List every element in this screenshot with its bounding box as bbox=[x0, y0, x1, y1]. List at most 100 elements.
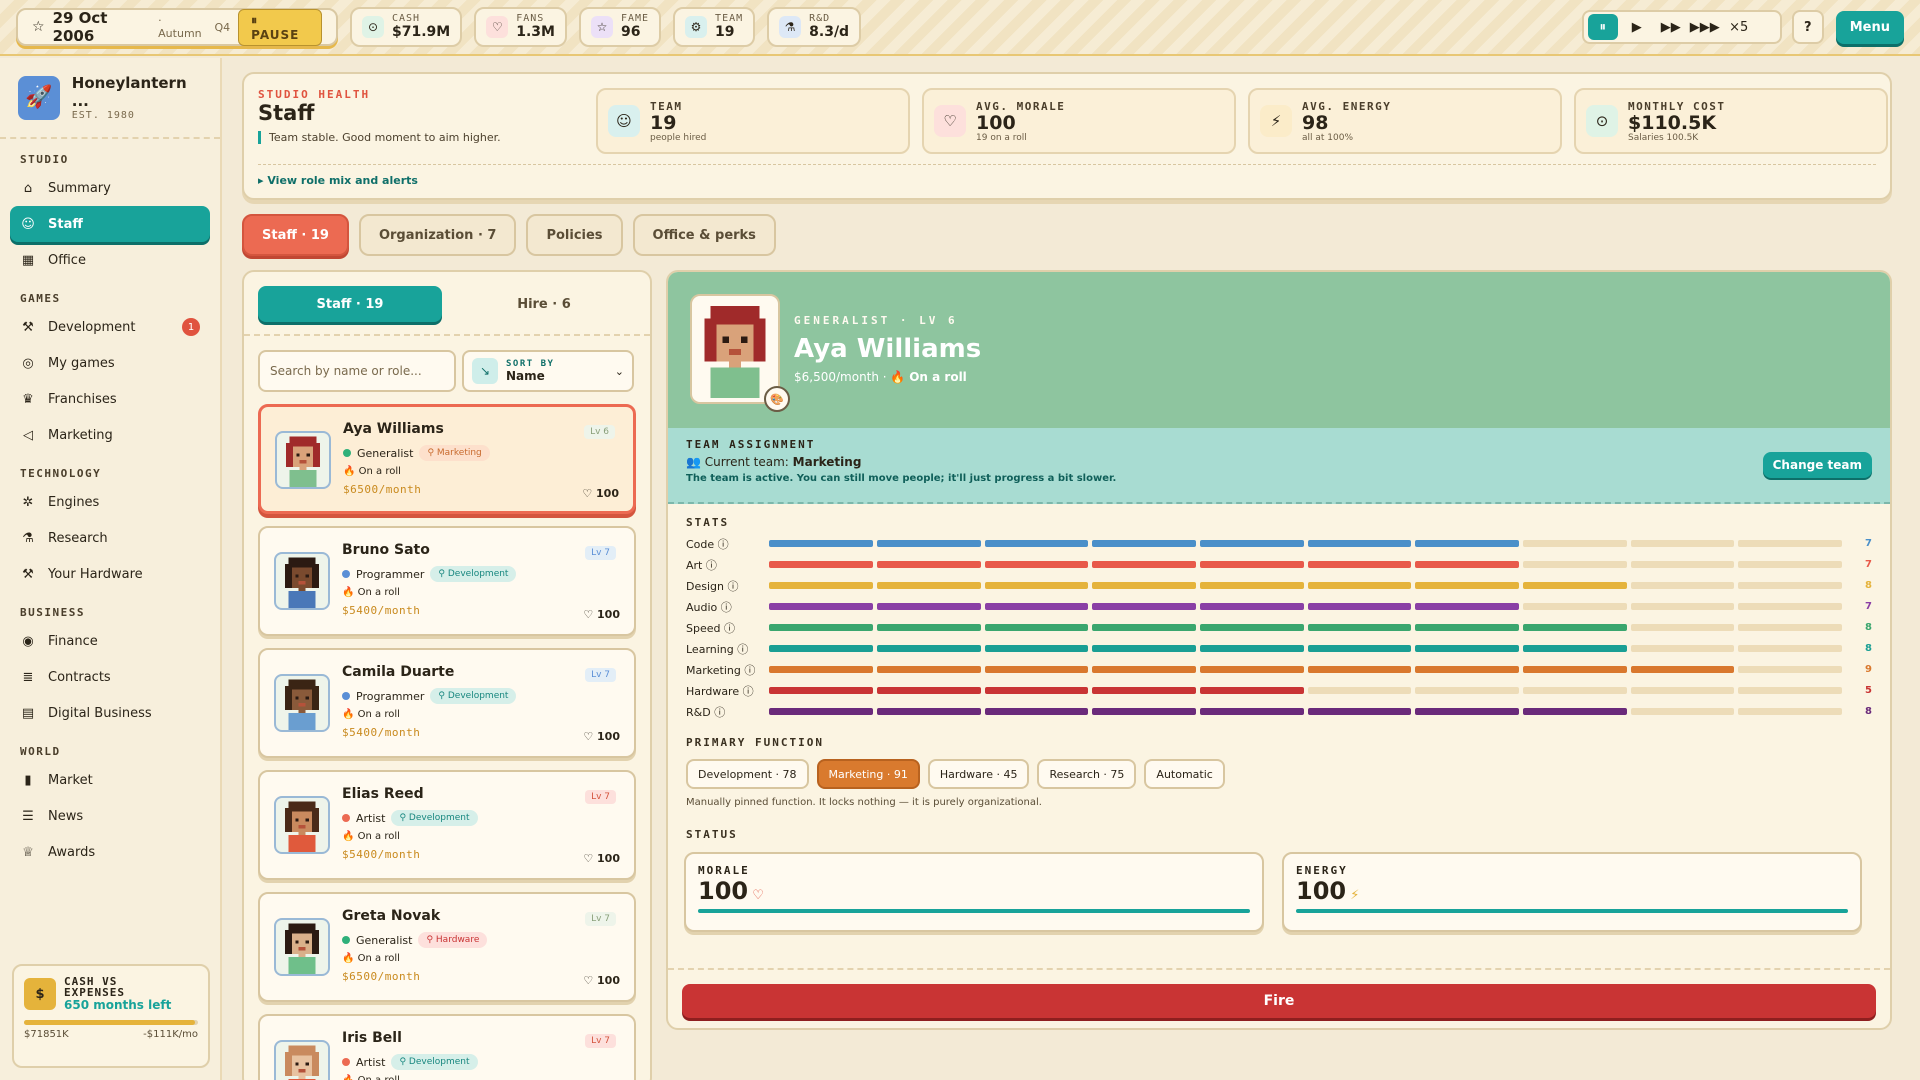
help-button[interactable]: ? bbox=[1791, 10, 1824, 44]
sort-value: Name bbox=[506, 369, 545, 383]
primary-function-option[interactable]: Marketing · 91 bbox=[816, 759, 920, 789]
pin-icon: ⚲ bbox=[399, 1057, 409, 1067]
team-tag: ⚲ Hardware bbox=[418, 932, 488, 948]
stat-bar bbox=[769, 624, 1843, 631]
sidebar-item-your-hardware[interactable]: ⚒ Your Hardware bbox=[10, 556, 210, 592]
stats-kicker: STATS bbox=[686, 516, 730, 529]
avatar bbox=[274, 552, 330, 610]
primary-function-option[interactable]: Automatic bbox=[1144, 759, 1225, 789]
stat-row-r-d: R&D ⓘ 8 bbox=[686, 701, 1872, 722]
info-icon[interactable]: ⓘ bbox=[720, 622, 735, 635]
coin-icon: ◉ bbox=[22, 633, 34, 649]
employee-card[interactable]: Elias Reed Artist ⚲ Development 🔥 On a roll… bbox=[258, 770, 636, 880]
card-value: 100 bbox=[976, 111, 1016, 134]
employee-card[interactable]: Iris BellArtist⚲ Development🔥 On a roll$… bbox=[258, 1014, 636, 1080]
fast-speed-button[interactable]: ▶▶ bbox=[1656, 14, 1686, 40]
stat-label: Art bbox=[686, 558, 703, 572]
sort-dropdown[interactable]: ↘ SORT BY Name ⌄ bbox=[462, 350, 634, 392]
info-icon[interactable]: ⓘ bbox=[724, 580, 738, 593]
people-icon: ☺ bbox=[21, 216, 35, 232]
info-icon[interactable]: ⓘ bbox=[714, 538, 729, 551]
stat-bar bbox=[769, 666, 1843, 673]
sidebar-item-my-games[interactable]: ◎ My games bbox=[10, 345, 210, 381]
info-icon[interactable]: ⓘ bbox=[702, 559, 717, 572]
chevron-down-icon: ⌄ bbox=[614, 364, 624, 378]
sidebar-item-label: Contracts bbox=[48, 669, 111, 685]
tab-staff[interactable]: Staff · 19 bbox=[242, 214, 349, 256]
employee-card[interactable]: Camila Duarte Programmer ⚲ Development 🔥 On… bbox=[258, 648, 636, 758]
primary-function-option[interactable]: Development · 78 bbox=[686, 759, 809, 789]
info-icon[interactable]: ⓘ bbox=[711, 706, 725, 719]
page-tabs: Staff · 19 Organization · 7 Policies Office… bbox=[242, 214, 776, 256]
flame-icon: 🔥 bbox=[342, 1075, 358, 1080]
subtab-hire[interactable]: Hire · 6 bbox=[452, 286, 636, 322]
primary-function-option[interactable]: Hardware · 45 bbox=[927, 759, 1030, 789]
people-icon: ☺ bbox=[608, 105, 640, 137]
employee-card-pay: $5400/month bbox=[342, 848, 421, 861]
flame-icon: 🔥 bbox=[343, 466, 359, 477]
menu-button[interactable]: Menu bbox=[1835, 10, 1904, 44]
info-icon[interactable]: ⓘ bbox=[739, 685, 754, 698]
bolt-icon: ⚡ bbox=[1260, 105, 1292, 137]
info-icon[interactable]: ⓘ bbox=[717, 601, 732, 614]
employee-card-role: Artist bbox=[356, 1055, 386, 1069]
sidebar-item-awards[interactable]: ♕ Awards bbox=[10, 834, 210, 870]
employee-card-morale: 100 bbox=[597, 608, 620, 621]
fire-button[interactable]: Fire bbox=[682, 984, 1876, 1018]
dollar-icon: $ bbox=[24, 978, 56, 1010]
info-icon[interactable]: ⓘ bbox=[734, 643, 748, 656]
tab-organization[interactable]: Organization · 7 bbox=[358, 214, 517, 256]
sidebar-item-market[interactable]: ▮ Market bbox=[10, 762, 210, 798]
sidebar-item-staff[interactable]: ☺ Staff bbox=[10, 206, 210, 242]
card-sub: all at 100% bbox=[1302, 132, 1354, 143]
view-role-mix-link[interactable]: ▸ View role mix and alerts bbox=[258, 174, 418, 187]
pause-button[interactable]: ⏸ PAUSE bbox=[238, 8, 323, 46]
stat-label: Audio bbox=[686, 600, 718, 614]
info-icon[interactable]: ⓘ bbox=[741, 664, 755, 677]
employee-name: Aya Williams bbox=[794, 334, 982, 364]
role-dot bbox=[342, 936, 350, 944]
play-speed-button[interactable]: ▶ bbox=[1622, 14, 1652, 40]
faster-speed-button[interactable]: ▶▶▶ bbox=[1690, 14, 1720, 40]
tab-policies[interactable]: Policies bbox=[526, 214, 623, 256]
multiplier-speed-button[interactable]: ×5 bbox=[1724, 14, 1754, 40]
sidebar-item-label: Digital Business bbox=[48, 705, 152, 721]
level-badge: Lv 7 bbox=[585, 912, 616, 926]
search-input[interactable]: Search by name or role... bbox=[258, 350, 456, 392]
cash-months: 650 months left bbox=[64, 998, 172, 1012]
top-bar: ☆ 29 Oct 2006 · Autumn Q4 ⏸ PAUSE ⊙ CASH $… bbox=[0, 0, 1920, 56]
sidebar-item-summary[interactable]: ⌂ Summary bbox=[10, 170, 210, 206]
flask-icon: ⚗ bbox=[22, 530, 34, 546]
sidebar-item-office[interactable]: ▦ Office bbox=[10, 242, 210, 278]
sidebar-item-contracts[interactable]: ≣ Contracts bbox=[10, 659, 210, 695]
employee-card[interactable]: Bruno Sato Programmer ⚲ Development 🔥 On a … bbox=[258, 526, 636, 636]
sidebar-item-news[interactable]: ☰ News bbox=[10, 798, 210, 834]
stat-label: Code bbox=[686, 537, 715, 551]
sidebar-item-franchises[interactable]: ♛ Franchises bbox=[10, 381, 210, 417]
team-tag-label: Development bbox=[447, 569, 509, 579]
subtab-staff[interactable]: Staff · 19 bbox=[258, 286, 442, 322]
studio-health-panel: STUDIO HEALTH Staff Team stable. Good mo… bbox=[242, 72, 1892, 200]
employee-card[interactable]: Aya Williams Generalist ⚲ Marketing 🔥 On a … bbox=[258, 404, 636, 514]
sidebar-item-development[interactable]: ⚒ Development 1 bbox=[10, 309, 210, 345]
card-label: TEAM bbox=[650, 99, 683, 113]
sidebar-item-research[interactable]: ⚗ Research bbox=[10, 520, 210, 556]
tab-office-perks[interactable]: Office & perks bbox=[632, 214, 776, 256]
sidebar-item-finance[interactable]: ◉ Finance bbox=[10, 623, 210, 659]
primary-function-option[interactable]: Research · 75 bbox=[1037, 759, 1137, 789]
employee-card[interactable]: Greta Novak Generalist ⚲ Hardware 🔥 On a ro… bbox=[258, 892, 636, 1002]
sidebar-item-engines[interactable]: ✲ Engines bbox=[10, 484, 210, 520]
pause-speed-button[interactable]: ⏸ bbox=[1587, 14, 1618, 40]
gear-icon: ⚙ bbox=[685, 16, 708, 38]
employee-card-status: On a roll bbox=[357, 831, 400, 842]
stat-row-design: Design ⓘ 8 bbox=[686, 575, 1872, 596]
stat-label: Design bbox=[686, 579, 724, 593]
team-tag-label: Development bbox=[408, 1057, 470, 1067]
sidebar-item-marketing[interactable]: ◁ Marketing bbox=[10, 417, 210, 453]
change-team-button[interactable]: Change team bbox=[1762, 452, 1872, 478]
studio-established: EST. 1980 bbox=[71, 110, 135, 121]
card-sub: 19 on a roll bbox=[976, 132, 1027, 143]
palette-icon[interactable]: 🎨 bbox=[764, 386, 790, 412]
card-value: 98 bbox=[1302, 111, 1329, 134]
sidebar-item-digital-business[interactable]: ▤ Digital Business bbox=[10, 695, 210, 731]
